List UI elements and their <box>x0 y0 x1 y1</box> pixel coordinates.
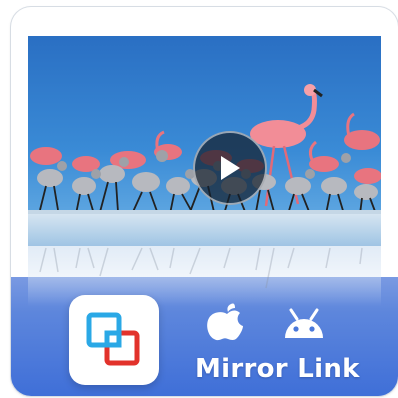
promo-card: Mirror Link <box>11 7 398 396</box>
apple-icon <box>207 303 243 341</box>
mirror-squares-icon <box>86 312 140 366</box>
video-preview[interactable] <box>28 36 381 246</box>
play-icon <box>221 156 240 180</box>
mirror-link-app-icon <box>69 295 159 385</box>
play-button[interactable] <box>193 131 267 205</box>
android-icon <box>285 308 323 338</box>
app-name: Mirror Link <box>195 354 360 384</box>
